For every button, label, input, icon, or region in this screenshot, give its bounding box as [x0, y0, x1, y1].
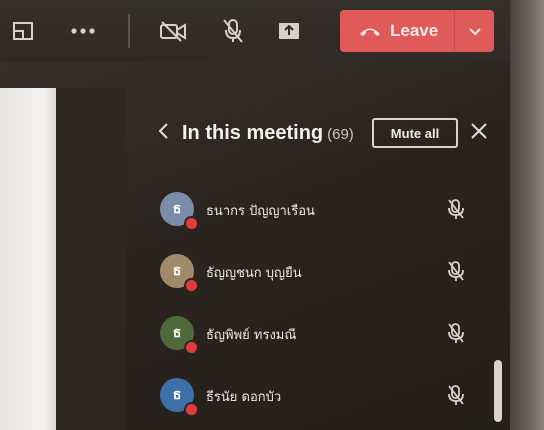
status-dot — [184, 278, 199, 293]
participant-row[interactable]: ธ ธัญพิพย์ ทรงมณี — [126, 316, 510, 362]
participant-name: ธัญพิพย์ ทรงมณี — [206, 328, 297, 343]
chevron-down-icon — [468, 22, 482, 41]
avatar-wrap: ธ — [160, 192, 199, 231]
participant-row[interactable]: ธ ธนากร ปัญญาเรือน — [126, 192, 510, 238]
chevron-left-icon — [157, 122, 169, 144]
panel-title: In this meeting (69) — [182, 122, 354, 145]
mic-off-icon[interactable] — [444, 196, 468, 222]
close-button[interactable] — [466, 120, 492, 146]
leave-options-button[interactable] — [454, 10, 494, 52]
meeting-toolbar: Leave — [0, 0, 510, 62]
status-dot — [184, 340, 199, 355]
panel-scrollbar[interactable] — [494, 360, 502, 422]
avatar-wrap: ธ — [160, 316, 199, 355]
leave-label: Leave — [390, 21, 439, 40]
panel-header: In this meeting (69) Mute all — [126, 114, 510, 154]
avatar-wrap: ธ — [160, 254, 199, 293]
monitor-bezel — [510, 0, 544, 430]
participant-row[interactable]: ธ ธัญญชนก บุญยืน — [126, 254, 510, 300]
mic-off-icon[interactable] — [444, 320, 468, 346]
close-icon — [470, 122, 488, 144]
shared-content-area — [0, 88, 56, 430]
panel-title-text: In this meeting — [182, 122, 324, 144]
participant-name: ธัญญชนก บุญยืน — [206, 266, 302, 281]
camera-off-icon[interactable] — [158, 18, 188, 44]
mute-all-button[interactable]: Mute all — [372, 118, 458, 148]
toolbar-divider — [128, 14, 130, 48]
leave-main[interactable]: Leave — [340, 10, 454, 52]
phone-hangup-icon — [358, 22, 382, 41]
back-button[interactable] — [154, 120, 172, 146]
stage-background — [56, 88, 126, 430]
participant-row[interactable]: ธ ธีรนัย ดอกบัว — [126, 378, 510, 424]
avatar-wrap: ธ — [160, 378, 199, 417]
participant-name: ธีรนัย ดอกบัว — [206, 390, 282, 405]
layout-icon[interactable] — [8, 18, 38, 44]
mic-off-icon[interactable] — [218, 18, 248, 44]
mic-off-icon[interactable] — [444, 258, 468, 284]
status-dot — [184, 402, 199, 417]
participant-name: ธนากร ปัญญาเรือน — [206, 204, 315, 219]
participants-panel: In this meeting (69) Mute all ธ ธนากร ปัญ… — [126, 62, 510, 430]
status-dot — [184, 216, 199, 231]
share-screen-icon[interactable] — [274, 18, 304, 44]
mic-off-icon[interactable] — [444, 382, 468, 408]
more-options-icon[interactable] — [66, 18, 100, 44]
leave-button[interactable]: Leave — [340, 10, 494, 52]
participant-count: (69) — [327, 126, 354, 143]
